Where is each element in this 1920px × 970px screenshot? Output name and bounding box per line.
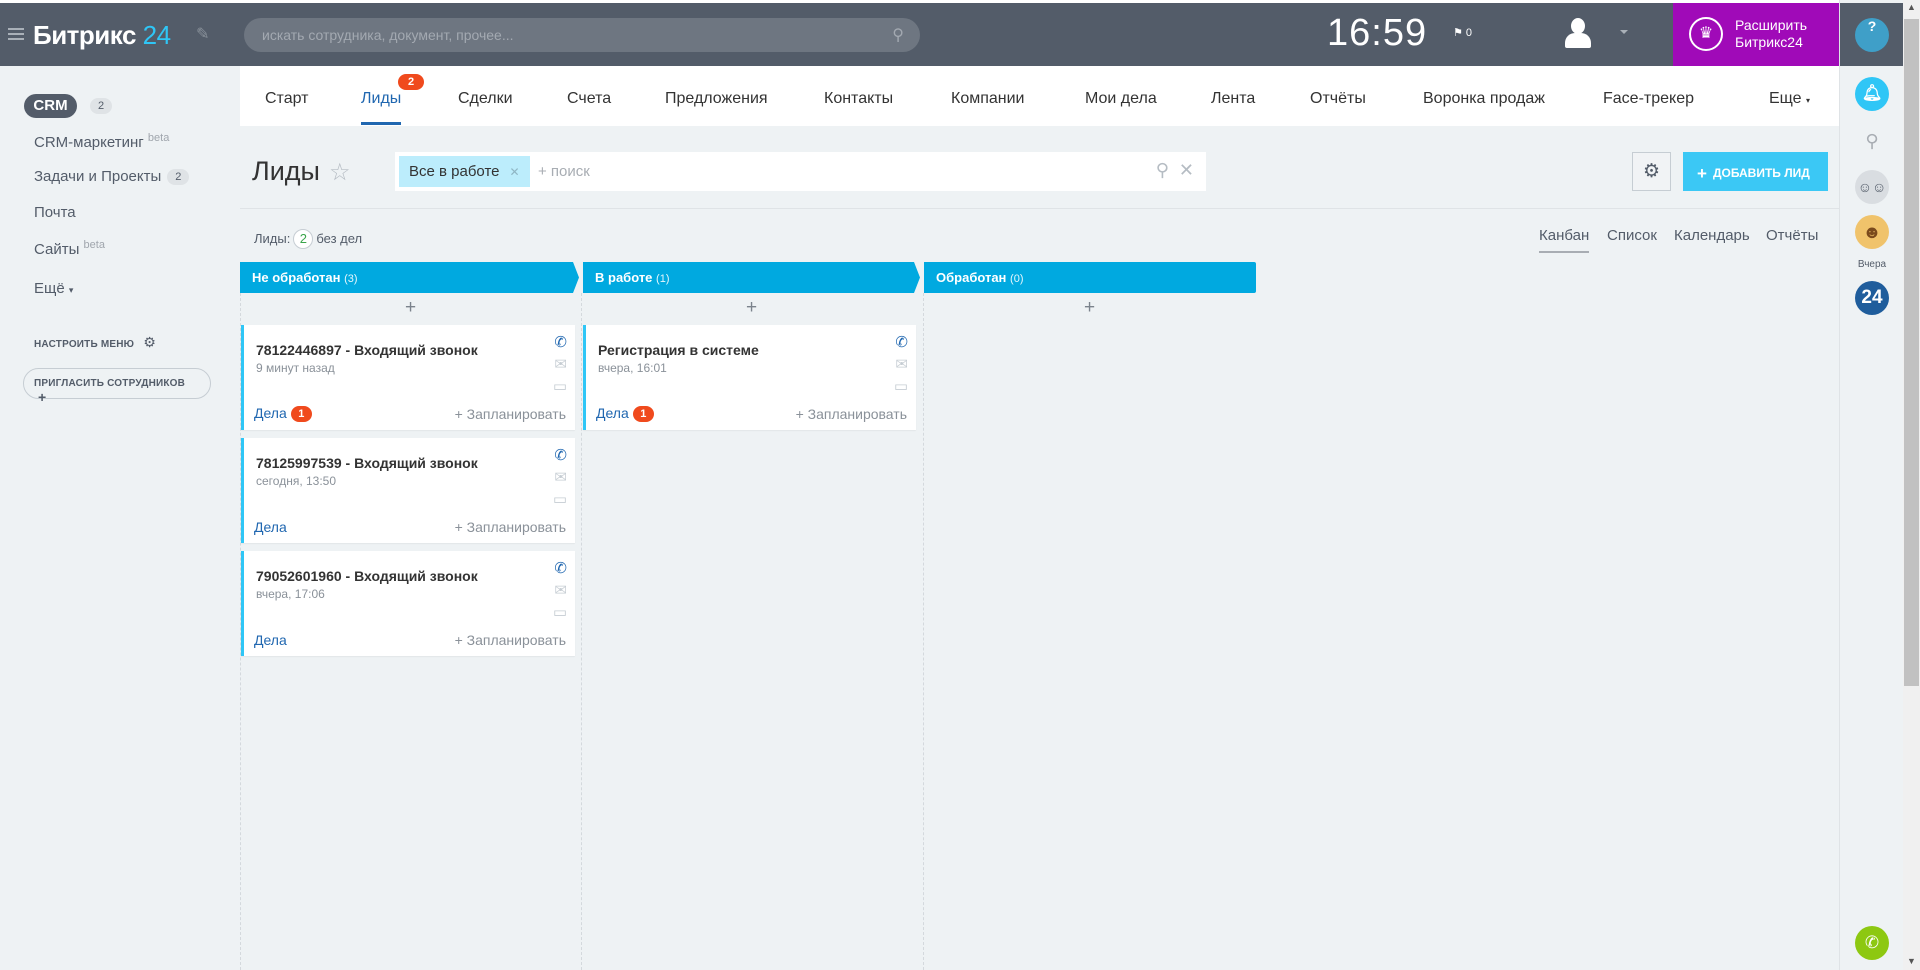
phone-icon[interactable]: ✆ [554, 446, 567, 464]
schedule-link[interactable]: + Запланировать [455, 519, 566, 535]
chat-icon[interactable]: ▭ [553, 603, 567, 621]
search-icon: ⚲ [892, 27, 904, 44]
bitrix24-chat-icon[interactable]: 24 [1855, 281, 1889, 315]
column-divider [923, 293, 924, 970]
deals-link[interactable]: Дела [254, 519, 287, 535]
search-icon[interactable]: ⚲ [1855, 124, 1889, 158]
upgrade-button[interactable]: ♛ Расширить Битрикс24 [1673, 3, 1839, 66]
sidebar-item-more[interactable]: Ещё ▾ [34, 280, 73, 297]
leads-stat: Лиды: 2 без дел [254, 229, 362, 249]
mail-icon[interactable]: ✉ [554, 355, 567, 373]
add-card-button[interactable]: + [1084, 297, 1095, 319]
right-panel: ? 🔔︎ ⚲ ☺☺ ☻ Вчера 24 ✆ [1839, 0, 1904, 970]
edit-logo-icon[interactable]: ✎ [196, 24, 209, 44]
filter-search-input[interactable]: + поиск [538, 163, 590, 180]
view-kanban[interactable]: Канбан [1539, 227, 1590, 253]
crm-count-badge: 2 [90, 98, 113, 114]
tab-sales-funnel[interactable]: Воронка продаж [1423, 90, 1545, 108]
configure-menu-button[interactable]: НАСТРОИТЬ МЕНЮ ⚙ [34, 334, 156, 351]
tab-start[interactable]: Старт [265, 90, 308, 108]
view-reports[interactable]: Отчёты [1766, 227, 1818, 244]
tab-my-activities[interactable]: Мои дела [1085, 90, 1157, 108]
tab-feed[interactable]: Лента [1211, 90, 1255, 108]
logo[interactable]: Битрикс 24 [33, 20, 171, 51]
deals-link[interactable]: Дела 1 [254, 405, 312, 422]
remove-filter-icon[interactable]: ✕ [509, 165, 519, 179]
lead-card[interactable]: 79052601960 - Входящий звонок вчера, 17:… [241, 551, 575, 656]
tab-invoices[interactable]: Счета [567, 90, 611, 108]
filter-chip[interactable]: Все в работе ✕ [399, 156, 530, 187]
deals-link[interactable]: Дела 1 [596, 405, 654, 422]
tab-companies[interactable]: Компании [951, 90, 1025, 108]
mail-icon[interactable]: ✉ [895, 355, 908, 373]
mail-icon[interactable]: ✉ [554, 581, 567, 599]
gear-icon: ⚙ [1642, 161, 1661, 182]
tab-contacts[interactable]: Контакты [824, 90, 893, 108]
tab-deals[interactable]: Сделки [458, 90, 513, 108]
column-header-processed[interactable]: Обработан (0) [924, 262, 1256, 293]
view-list[interactable]: Список [1607, 227, 1657, 244]
chat-icon[interactable]: ▭ [894, 377, 908, 395]
sidebar-item-tasks[interactable]: Задачи и Проекты 2 [34, 168, 190, 185]
global-search-input[interactable]: искать сотрудника, документ, прочее... ⚲ [244, 18, 920, 52]
invite-employees-button[interactable]: ПРИГЛАСИТЬ СОТРУДНИКОВ + [23, 368, 211, 405]
vertical-scrollbar[interactable]: ▲ ▼ [1903, 0, 1920, 970]
schedule-link[interactable]: + Запланировать [796, 406, 907, 422]
menu-icon[interactable] [8, 28, 24, 40]
divider [240, 208, 1839, 209]
chat-icon[interactable]: ▭ [553, 377, 567, 395]
phone-icon[interactable]: ✆ [1855, 926, 1889, 960]
lead-card[interactable]: Регистрация в системе вчера, 16:01 ✆ ✉ ▭… [583, 325, 916, 430]
crown-icon: ♛ [1689, 17, 1723, 51]
sidebar-item-sites[interactable]: Сайты beta [34, 239, 105, 258]
tab-face-tracker[interactable]: Face-трекер [1603, 90, 1694, 108]
tab-leads[interactable]: Лиды [361, 90, 402, 125]
search-icon[interactable]: ⚲ [1156, 160, 1169, 180]
view-calendar[interactable]: Календарь [1674, 227, 1750, 244]
plus-icon: + [1697, 164, 1707, 183]
schedule-link[interactable]: + Запланировать [455, 632, 566, 648]
sidebar-item-crm[interactable]: CRM [24, 94, 77, 118]
tab-more[interactable]: Еще ▾ [1769, 90, 1810, 108]
deals-link[interactable]: Дела [254, 632, 287, 648]
settings-button[interactable]: ⚙ [1632, 152, 1671, 191]
add-lead-button[interactable]: + ДОБАВИТЬ ЛИД [1683, 152, 1828, 191]
star-icon[interactable]: ☆ [329, 158, 351, 187]
column-divider [1256, 293, 1257, 970]
yesterday-label: Вчера [1857, 259, 1887, 270]
clock[interactable]: 16:59 [1327, 12, 1427, 55]
flag-counter[interactable]: ⚑ 0 [1453, 26, 1472, 39]
phone-icon[interactable]: ✆ [554, 333, 567, 351]
phone-icon[interactable]: ✆ [554, 559, 567, 577]
page-title: Лиды [252, 156, 320, 186]
column-header-new[interactable]: Не обработан (3) [240, 262, 579, 293]
filter-search-box[interactable]: Все в работе ✕ + поиск ⚲ ✕ [395, 152, 1206, 191]
tab-quotes[interactable]: Предложения [665, 90, 768, 108]
clear-icon[interactable]: ✕ [1179, 160, 1194, 180]
chat-icon[interactable]: ▭ [553, 490, 567, 508]
leads-count-badge: 2 [398, 74, 424, 90]
group-chat-avatar[interactable]: ☺☺ [1855, 170, 1889, 204]
user-chat-avatar[interactable]: ☻ [1855, 215, 1889, 249]
user-avatar-icon[interactable] [1565, 18, 1591, 50]
tab-reports[interactable]: Отчёты [1310, 90, 1366, 108]
lead-card[interactable]: 78125997539 - Входящий звонок сегодня, 1… [241, 438, 575, 543]
phone-icon[interactable]: ✆ [895, 333, 908, 351]
sidebar-item-mail[interactable]: Почта [34, 204, 76, 221]
mail-icon[interactable]: ✉ [554, 468, 567, 486]
column-header-in-progress[interactable]: В работе (1) [583, 262, 920, 293]
gear-icon: ⚙ [143, 334, 156, 350]
add-card-button[interactable]: + [405, 297, 416, 319]
column-divider [581, 293, 582, 970]
chevron-down-icon[interactable] [1620, 30, 1628, 38]
lead-card[interactable]: 78122446897 - Входящий звонок 9 минут на… [241, 325, 575, 430]
add-card-button[interactable]: + [746, 297, 757, 319]
help-button[interactable]: ? [1855, 18, 1889, 52]
schedule-link[interactable]: + Запланировать [455, 406, 566, 422]
bell-icon[interactable]: 🔔︎ [1855, 77, 1889, 111]
sidebar-item-crm-marketing[interactable]: CRM-маркетинг beta [34, 132, 169, 151]
